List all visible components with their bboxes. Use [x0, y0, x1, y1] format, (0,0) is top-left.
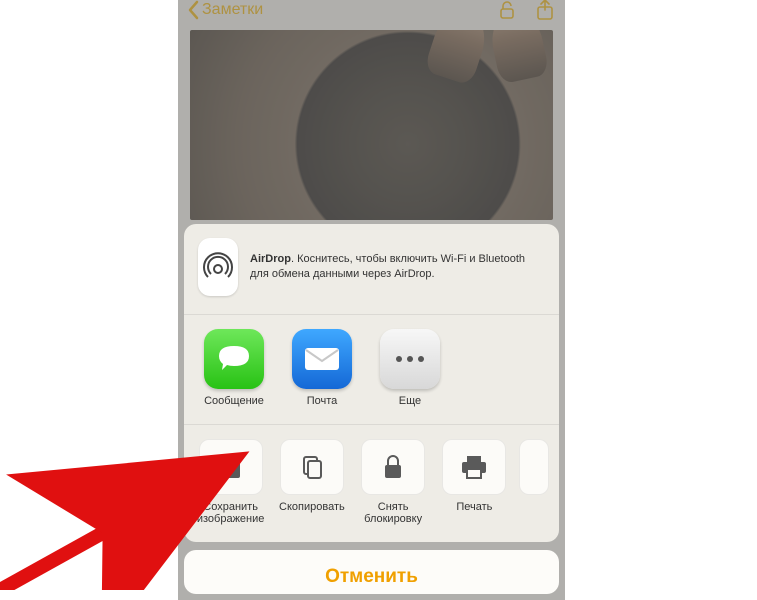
back-button[interactable]: Заметки: [186, 0, 263, 20]
print-icon: [442, 439, 506, 495]
action-save-image[interactable]: Сохранить изображение: [194, 439, 267, 526]
action-unlock[interactable]: Снять блокировку: [357, 439, 430, 526]
share-mail[interactable]: Почта: [282, 329, 362, 408]
mail-label: Почта: [307, 395, 338, 408]
more-label: Еще: [399, 395, 421, 408]
share-more[interactable]: Еще: [370, 329, 450, 408]
overflow-icon: [519, 439, 549, 495]
airdrop-row[interactable]: AirDrop. Коснитесь, чтобы включить Wi-Fi…: [184, 224, 559, 315]
save-image-label: Сохранить изображение: [194, 501, 267, 526]
more-icon: [380, 329, 440, 389]
back-label: Заметки: [202, 1, 263, 19]
unlock-icon[interactable]: [495, 0, 519, 22]
messages-icon: [204, 329, 264, 389]
cancel-button[interactable]: Отменить: [184, 550, 559, 594]
lock-icon: [361, 439, 425, 495]
airdrop-text: AirDrop. Коснитесь, чтобы включить Wi-Fi…: [250, 252, 545, 282]
share-icon[interactable]: [533, 0, 557, 22]
note-image: [190, 30, 553, 220]
airdrop-icon: [198, 238, 238, 296]
share-sheet: AirDrop. Коснитесь, чтобы включить Wi-Fi…: [184, 224, 559, 594]
save-image-icon: [199, 439, 263, 495]
messages-label: Сообщение: [204, 395, 264, 408]
phone-screen: Заметки AirDrop. Косните: [178, 0, 565, 600]
action-copy[interactable]: Скопировать: [275, 439, 348, 526]
mail-icon: [292, 329, 352, 389]
unlock-label: Снять блокировку: [357, 501, 430, 526]
action-overflow[interactable]: [519, 439, 549, 526]
print-label: Печать: [456, 501, 492, 514]
copy-icon: [280, 439, 344, 495]
share-messages[interactable]: Сообщение: [194, 329, 274, 408]
action-print[interactable]: Печать: [438, 439, 511, 526]
share-apps-row: Сообщение Почта Еще: [184, 315, 559, 425]
copy-label: Скопировать: [279, 501, 345, 514]
share-actions-row: Сохранить изображение Скопировать Снять …: [184, 425, 559, 542]
nav-bar: Заметки: [178, 0, 565, 30]
chevron-left-icon: [186, 0, 200, 20]
